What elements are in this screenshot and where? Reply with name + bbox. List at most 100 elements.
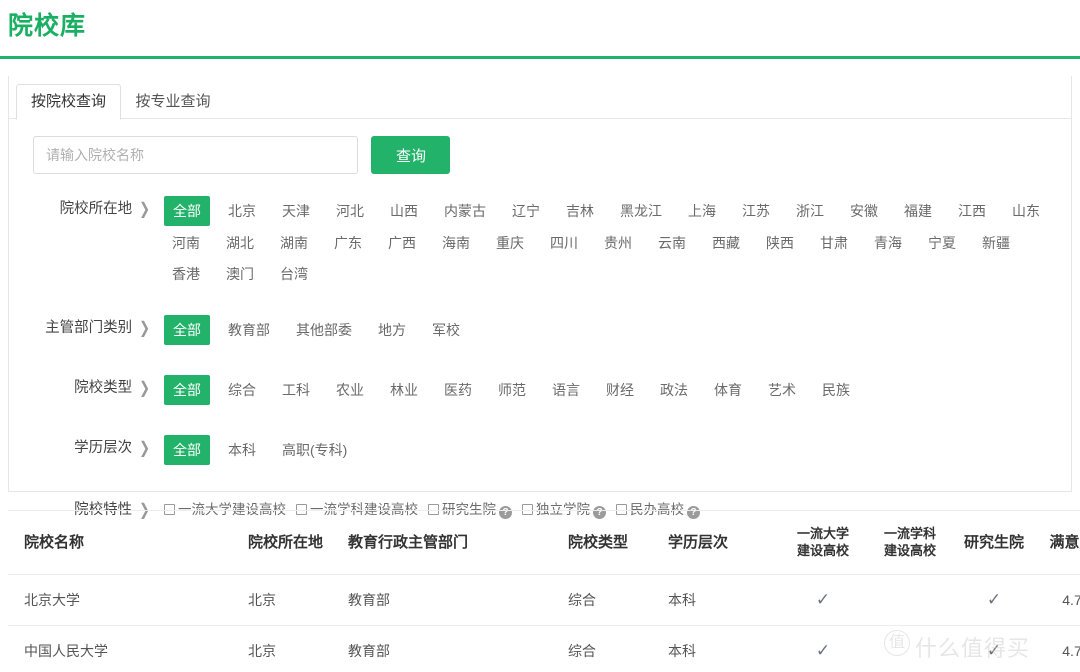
filter-option-region[interactable]: 贵州 [596, 229, 640, 257]
table-header-u1: 一流大学 建设高校 [778, 511, 868, 575]
table-header-line: 一流大学 [796, 526, 849, 541]
filter-option-department[interactable]: 教育部 [220, 316, 278, 344]
filter-option-school-type[interactable]: 民族 [814, 376, 858, 404]
filter-option-school-type[interactable]: 财经 [598, 376, 642, 404]
filter-option-school-type[interactable]: 艺术 [760, 376, 804, 404]
filter-option-region[interactable]: 北京 [220, 197, 264, 225]
check-icon: ✓ [986, 641, 1002, 660]
table-cell-dept: 教育部 [348, 625, 568, 672]
filter-option-school-type[interactable]: 综合 [220, 376, 264, 404]
filter-option-region[interactable]: 新疆 [974, 229, 1018, 257]
filter-option-school-type[interactable]: 体育 [706, 376, 750, 404]
filter-options-department: 全部 教育部 其他部委 地方 军校 [150, 315, 1064, 348]
filter-option-region[interactable]: 安徽 [842, 197, 886, 225]
check-icon: ✓ [815, 590, 831, 609]
table-header-level: 学历层次 [668, 511, 778, 575]
filter-option-school-type[interactable]: 农业 [328, 376, 372, 404]
table-header-type: 院校类型 [568, 511, 668, 575]
table-header-grad: 研究生院 [952, 511, 1036, 575]
filter-option-region[interactable]: 广东 [326, 229, 370, 257]
table-cell-grad: ✓ [952, 574, 1036, 626]
filter-option-region[interactable]: 湖北 [218, 229, 262, 257]
filter-option-region[interactable]: 海南 [434, 229, 478, 257]
filter-groups: 院校所在地 ❯ 全部 北京 天津 河北 山西 内蒙古 辽宁 吉林 黑龙江 上海 江苏 浙江 安徽 福建 江西山… [0, 196, 1064, 523]
filter-option-school-type[interactable]: 工科 [274, 376, 318, 404]
filter-option-region[interactable]: 福建 [896, 197, 940, 225]
filter-option-region[interactable]: 香港 [164, 260, 208, 288]
filter-option-region[interactable]: 江西 [950, 197, 994, 225]
filter-option-school-type[interactable]: 政法 [652, 376, 696, 404]
table-header-name: 院校名称 [8, 511, 248, 575]
table-body: 北京大学 北京 教育部 综合 本科 ✓ ✓ 4.7 中国人民大学 北京 教育部 综合 本科 ✓ ✓ 4.7 [8, 574, 1080, 672]
results-table: 院校名称 院校所在地 教育行政主管部门 院校类型 学历层次 一流大学 建设高校 一流学科 建设高… [8, 511, 1080, 672]
table-cell-u1: ✓ [778, 574, 868, 626]
filter-option-school-type[interactable]: 师范 [490, 376, 534, 404]
filter-option-region[interactable]: 青海 [866, 229, 910, 257]
filter-option-school-type[interactable]: 全部 [164, 375, 210, 405]
filter-row-education-level: 学历层次 ❯ 全部 本科 高职(专科) [0, 435, 1064, 468]
results-table-wrapper: 院校名称 院校所在地 教育行政主管部门 院校类型 学历层次 一流大学 建设高校 一流学科 建设高… [8, 510, 1080, 672]
chevron-right-icon: ❯ [139, 438, 150, 457]
table-header-dept: 教育行政主管部门 [348, 511, 568, 575]
filter-label-school-type-text: 院校类型 [74, 380, 133, 396]
table-cell-type: 综合 [568, 574, 668, 626]
filter-option-region[interactable]: 广西 [380, 229, 424, 257]
filter-option-region[interactable]: 辽宁 [504, 197, 548, 225]
filter-option-region[interactable]: 河南 [164, 229, 208, 257]
filter-option-region[interactable]: 全部 [164, 196, 210, 226]
chevron-right-icon: ❯ [139, 199, 150, 218]
table-cell-type: 综合 [568, 625, 668, 672]
filter-option-school-type[interactable]: 医药 [436, 376, 480, 404]
table-header-u2: 一流学科 建设高校 [868, 511, 952, 575]
table-header-line: 院校类型 [568, 533, 629, 551]
filter-option-region[interactable]: 江苏 [734, 197, 778, 225]
filter-options-school-type: 全部 综合 工科 农业 林业 医药 师范 语言 财经 政法 体育 艺术 民族 [150, 375, 1064, 408]
table-header-row: 院校名称 院校所在地 教育行政主管部门 院校类型 学历层次 一流大学 建设高校 一流学科 建设高… [8, 511, 1080, 575]
filter-option-region[interactable]: 河北 [328, 197, 372, 225]
filter-option-region[interactable]: 甘肃 [812, 229, 856, 257]
filter-label-education-level: 学历层次 ❯ [0, 435, 150, 461]
header-divider [0, 56, 1080, 59]
search-button[interactable]: 查询 [371, 136, 451, 174]
table-row[interactable]: 中国人民大学 北京 教育部 综合 本科 ✓ ✓ 4.7 [8, 625, 1080, 672]
tab-by-major[interactable]: 按专业查询 [123, 84, 223, 120]
table-cell-loc: 北京 [248, 574, 348, 626]
filter-option-education-level[interactable]: 全部 [164, 435, 210, 465]
filter-option-region[interactable]: 山东 [1004, 197, 1048, 225]
filter-option-department[interactable]: 地方 [370, 316, 414, 344]
table-header-line: 学历层次 [668, 533, 729, 551]
filter-option-education-level[interactable]: 本科 [220, 436, 264, 464]
table-row[interactable]: 北京大学 北京 教育部 综合 本科 ✓ ✓ 4.7 [8, 574, 1080, 626]
tab-bar: 按院校查询 按专业查询 [8, 76, 1072, 120]
filter-option-region[interactable]: 澳门 [218, 260, 262, 288]
table-head: 院校名称 院校所在地 教育行政主管部门 院校类型 学历层次 一流大学 建设高校 一流学科 建设高… [8, 511, 1080, 575]
filter-option-region[interactable]: 宁夏 [920, 229, 964, 257]
filter-option-school-type[interactable]: 林业 [382, 376, 426, 404]
search-input[interactable] [33, 136, 358, 174]
filter-option-region[interactable]: 浙江 [788, 197, 832, 225]
filter-option-department[interactable]: 军校 [424, 316, 468, 344]
filter-option-region[interactable]: 云南 [650, 229, 694, 257]
filter-option-region[interactable]: 西藏 [704, 229, 748, 257]
filter-option-region[interactable]: 四川 [542, 229, 586, 257]
filter-option-department[interactable]: 其他部委 [288, 316, 360, 344]
filter-option-region[interactable]: 陕西 [758, 229, 802, 257]
filter-option-region[interactable]: 重庆 [488, 229, 532, 257]
filter-option-region[interactable]: 黑龙江 [612, 197, 670, 225]
tab-by-school[interactable]: 按院校查询 [16, 84, 121, 120]
filter-option-region[interactable]: 台湾 [272, 260, 316, 288]
filter-option-department[interactable]: 全部 [164, 315, 210, 345]
filter-option-region[interactable]: 吉林 [558, 197, 602, 225]
filter-option-region[interactable]: 内蒙古 [436, 197, 494, 225]
table-header-loc: 院校所在地 [248, 511, 348, 575]
filter-option-region[interactable]: 天津 [274, 197, 318, 225]
table-header-score: 满意度 [1036, 511, 1080, 575]
table-cell-name: 北京大学 [8, 574, 248, 626]
filter-option-region[interactable]: 上海 [680, 197, 724, 225]
table-header-line: 满意度 [1049, 533, 1080, 551]
filter-option-region[interactable]: 湖南 [272, 229, 316, 257]
filter-option-school-type[interactable]: 语言 [544, 376, 588, 404]
filter-option-region[interactable]: 山西 [382, 197, 426, 225]
filter-option-education-level[interactable]: 高职(专科) [274, 436, 355, 464]
filter-row-department: 主管部门类别 ❯ 全部 教育部 其他部委 地方 军校 [0, 315, 1064, 348]
